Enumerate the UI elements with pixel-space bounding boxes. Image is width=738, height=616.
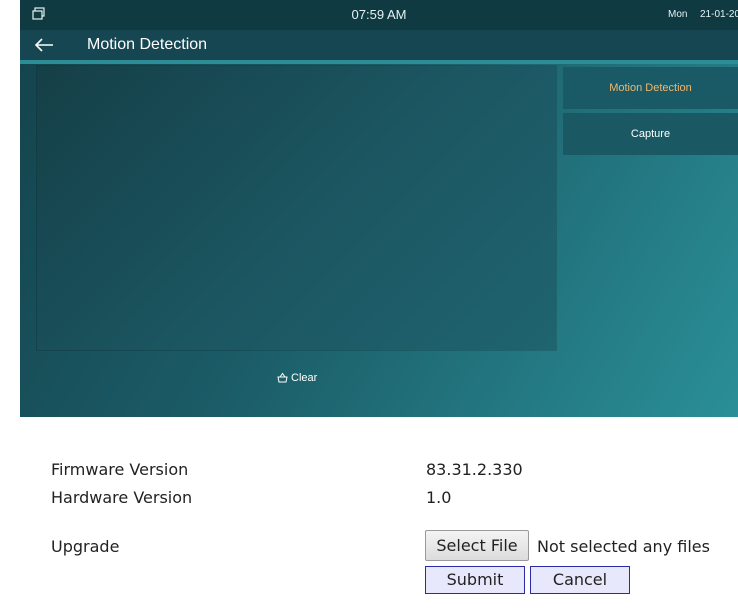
back-arrow-icon[interactable] [33,36,55,54]
status-time: 07:59 AM [351,7,407,22]
video-preview-area[interactable] [37,66,556,350]
upgrade-label: Upgrade [51,537,120,556]
clear-basket-icon [277,372,288,383]
page-title: Motion Detection [87,36,208,53]
hardware-version-label: Hardware Version [51,488,193,507]
firmware-version-label: Firmware Version [51,460,189,479]
title-divider [20,60,738,64]
device-screen: 07:59 AM Mon 21-01-2013 Motion Detection… [20,0,738,417]
clear-button[interactable]: Clear [277,372,317,384]
cancel-button[interactable]: Cancel [530,566,630,594]
hardware-version-value: 1.0 [426,488,452,507]
select-file-button[interactable]: Select File [425,530,529,561]
title-bar: Motion Detection [20,30,738,60]
firmware-version-value: 83.31.2.330 [426,460,523,479]
status-date: 21-01-2013 [700,9,738,20]
status-bar: 07:59 AM Mon 21-01-2013 [20,0,738,30]
file-status-text: Not selected any files [537,537,710,556]
status-day: Mon [668,9,688,20]
submit-button[interactable]: Submit [425,566,525,594]
menu-item-motion-detection[interactable]: Motion Detection [563,67,738,109]
menu-item-capture[interactable]: Capture [563,113,738,155]
clear-label: Clear [291,372,318,384]
